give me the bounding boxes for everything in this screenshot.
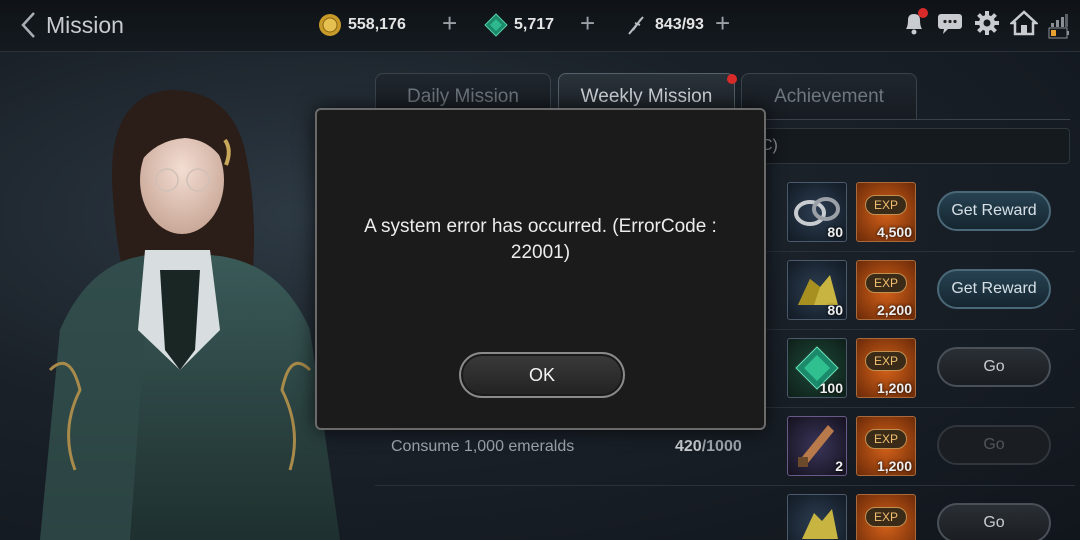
bell-icon[interactable] <box>902 8 928 41</box>
character-portrait <box>40 90 340 540</box>
mission-progress: 420/1000 <box>675 438 742 455</box>
stamina-resource: 843/93 <box>625 12 704 38</box>
device-status <box>1048 13 1070 39</box>
ok-button[interactable]: OK <box>459 352 625 398</box>
exp-reward-slot[interactable]: EXP 1,200 <box>856 338 916 398</box>
get-reward-button[interactable]: Get Reward <box>937 191 1051 231</box>
go-button[interactable]: Go <box>937 425 1051 465</box>
home-icon[interactable] <box>1008 10 1040 41</box>
mission-name: Consume 1,000 emeralds <box>391 438 575 455</box>
gold-coin-icon <box>319 14 341 36</box>
tab-achievement[interactable]: Achievement <box>741 73 917 119</box>
signal-icon <box>1051 13 1068 27</box>
gear-icon[interactable] <box>974 10 1000 41</box>
feather-quill-icon <box>628 16 644 35</box>
gold-ore-icon <box>802 509 838 539</box>
reward-item-slot[interactable]: 80 <box>787 182 847 242</box>
mission-row: EXP Go <box>375 488 1075 540</box>
get-reward-button[interactable]: Get Reward <box>937 269 1051 309</box>
error-dialog: A system error has occurred. (ErrorCode … <box>315 108 766 430</box>
battery-icon <box>1048 27 1069 38</box>
reward-item-slot[interactable]: 2 <box>787 416 847 476</box>
exp-reward-slot[interactable]: EXP <box>856 494 916 540</box>
emerald-gem-icon <box>484 13 508 37</box>
reward-item-slot[interactable] <box>787 494 847 540</box>
reset-info-bar: C) <box>740 128 1070 164</box>
gold-resource: 558,176 <box>318 12 406 38</box>
weekly-tab-notification-dot <box>727 74 737 84</box>
error-message: A system error has occurred. (ErrorCode … <box>364 216 717 263</box>
top-bar: Mission 558,176 + 5,717 + 843/93 + <box>0 0 1080 52</box>
top-right-icons <box>892 8 1070 41</box>
exp-reward-slot[interactable]: EXP 1,200 <box>856 416 916 476</box>
back-chevron-icon[interactable] <box>18 10 42 40</box>
go-button[interactable]: Go <box>937 347 1051 387</box>
notification-dot <box>918 8 928 18</box>
exp-reward-slot[interactable]: EXP 4,500 <box>856 182 916 242</box>
stamina-amount: 843/93 <box>655 16 704 33</box>
go-button[interactable]: Go <box>937 503 1051 540</box>
emerald-resource: 5,717 <box>484 12 554 38</box>
chat-icon[interactable] <box>936 11 964 40</box>
reward-item-slot[interactable]: 80 <box>787 260 847 320</box>
emerald-amount: 5,717 <box>514 16 555 33</box>
reward-item-slot[interactable]: 100 <box>787 338 847 398</box>
gold-amount: 558,176 <box>348 16 406 33</box>
exp-reward-slot[interactable]: EXP 2,200 <box>856 260 916 320</box>
page-title: Mission <box>46 12 124 38</box>
